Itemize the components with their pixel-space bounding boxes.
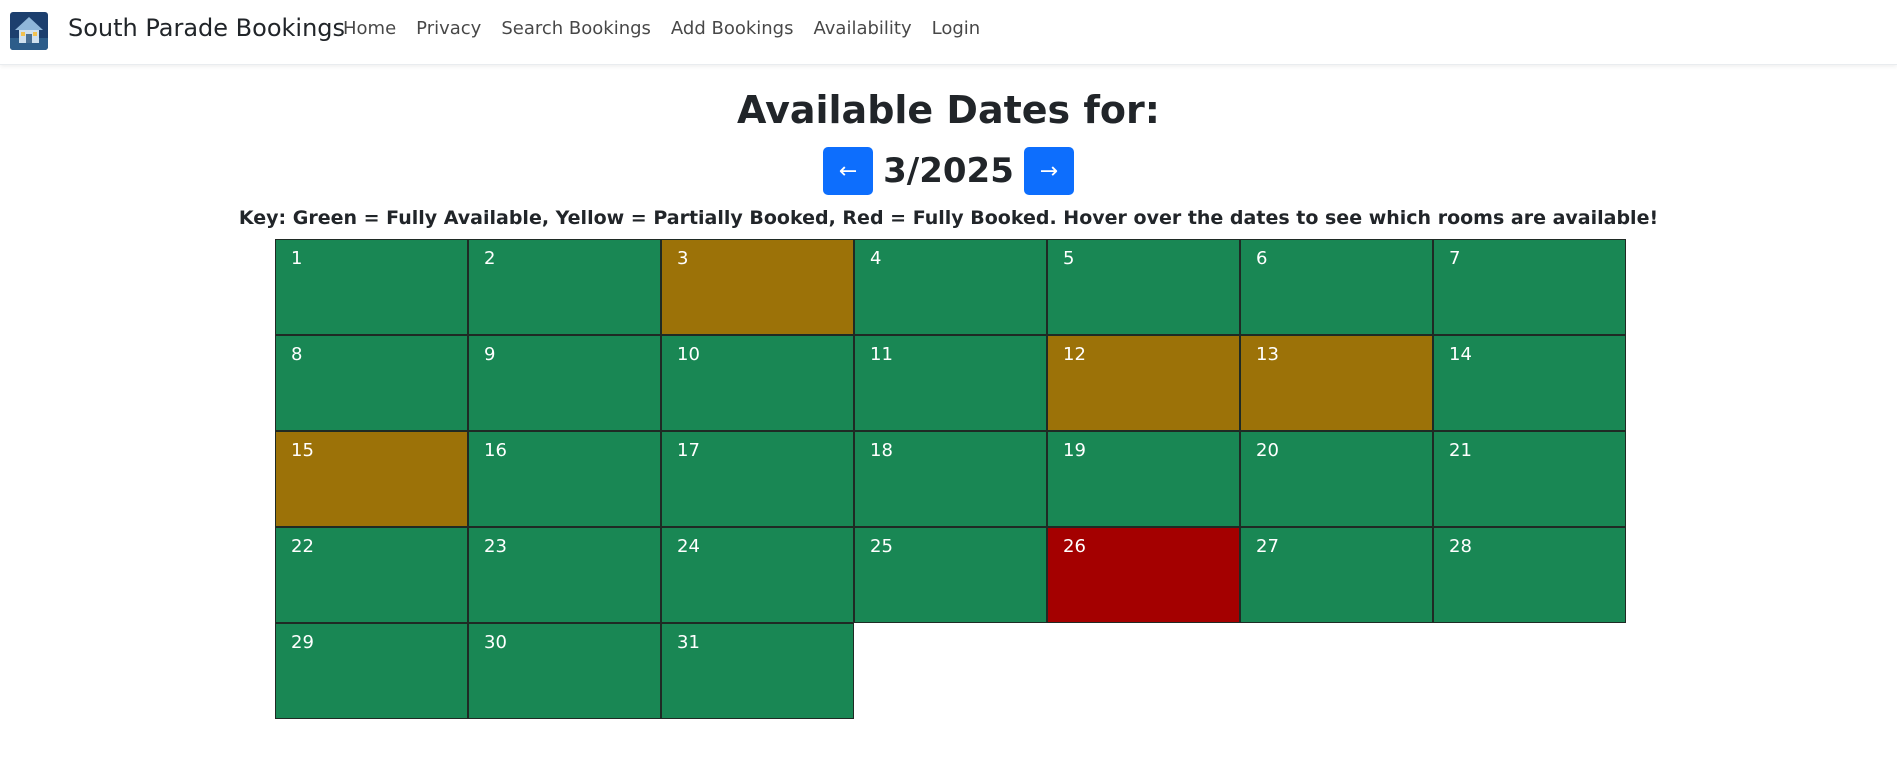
page-title: Available Dates for: [737, 88, 1160, 132]
calendar-day-3[interactable]: 3 [661, 239, 854, 335]
calendar-day-29[interactable]: 29 [275, 623, 468, 719]
calendar-day-25[interactable]: 25 [854, 527, 1047, 623]
calendar-day-11[interactable]: 11 [854, 335, 1047, 431]
navbar: South Parade Bookings Home Privacy Searc… [0, 0, 1897, 65]
calendar-day-15[interactable]: 15 [275, 431, 468, 527]
calendar-day-26[interactable]: 26 [1047, 527, 1240, 623]
calendar-day-23[interactable]: 23 [468, 527, 661, 623]
calendar-day-27[interactable]: 27 [1240, 527, 1433, 623]
calendar-day-21[interactable]: 21 [1433, 431, 1626, 527]
calendar-day-5[interactable]: 5 [1047, 239, 1240, 335]
calendar-day-31[interactable]: 31 [661, 623, 854, 719]
brand-logo-icon[interactable] [10, 12, 48, 50]
calendar-day-8[interactable]: 8 [275, 335, 468, 431]
brand-name[interactable]: South Parade Bookings [68, 14, 345, 42]
calendar-day-1[interactable]: 1 [275, 239, 468, 335]
calendar-day-13[interactable]: 13 [1240, 335, 1433, 431]
calendar-day-12[interactable]: 12 [1047, 335, 1240, 431]
previous-month-button[interactable]: ← [823, 147, 874, 195]
calendar-day-9[interactable]: 9 [468, 335, 661, 431]
calendar-day-14[interactable]: 14 [1433, 335, 1626, 431]
calendar-day-10[interactable]: 10 [661, 335, 854, 431]
nav-link-add-bookings[interactable]: Add Bookings [671, 18, 794, 39]
calendar-day-7[interactable]: 7 [1433, 239, 1626, 335]
nav-link-privacy[interactable]: Privacy [416, 18, 481, 39]
calendar-day-4[interactable]: 4 [854, 239, 1047, 335]
color-key-text: Key: Green = Fully Available, Yellow = P… [238, 207, 1659, 229]
calendar-day-20[interactable]: 20 [1240, 431, 1433, 527]
calendar-day-22[interactable]: 22 [275, 527, 468, 623]
nav-link-login[interactable]: Login [932, 18, 981, 39]
nav-link-search-bookings[interactable]: Search Bookings [501, 18, 651, 39]
calendar-day-17[interactable]: 17 [661, 431, 854, 527]
nav-links: Home Privacy Search Bookings Add Booking… [343, 18, 1000, 39]
calendar-day-30[interactable]: 30 [468, 623, 661, 719]
calendar-day-6[interactable]: 6 [1240, 239, 1433, 335]
availability-calendar: 1 2 3 4 5 6 7 8 9 10 11 12 13 14 15 16 17 18 19 20 21 22 23 24 2… [275, 239, 1626, 719]
month-label: 3/2025 [883, 151, 1014, 191]
calendar-day-28[interactable]: 28 [1433, 527, 1626, 623]
month-navigation: ← 3/2025 → [0, 147, 1897, 195]
calendar-day-18[interactable]: 18 [854, 431, 1047, 527]
calendar-day-24[interactable]: 24 [661, 527, 854, 623]
calendar-day-2[interactable]: 2 [468, 239, 661, 335]
next-month-button[interactable]: → [1023, 147, 1074, 195]
nav-link-home[interactable]: Home [343, 18, 396, 39]
nav-link-availability[interactable]: Availability [814, 18, 912, 39]
calendar-day-16[interactable]: 16 [468, 431, 661, 527]
calendar-day-19[interactable]: 19 [1047, 431, 1240, 527]
